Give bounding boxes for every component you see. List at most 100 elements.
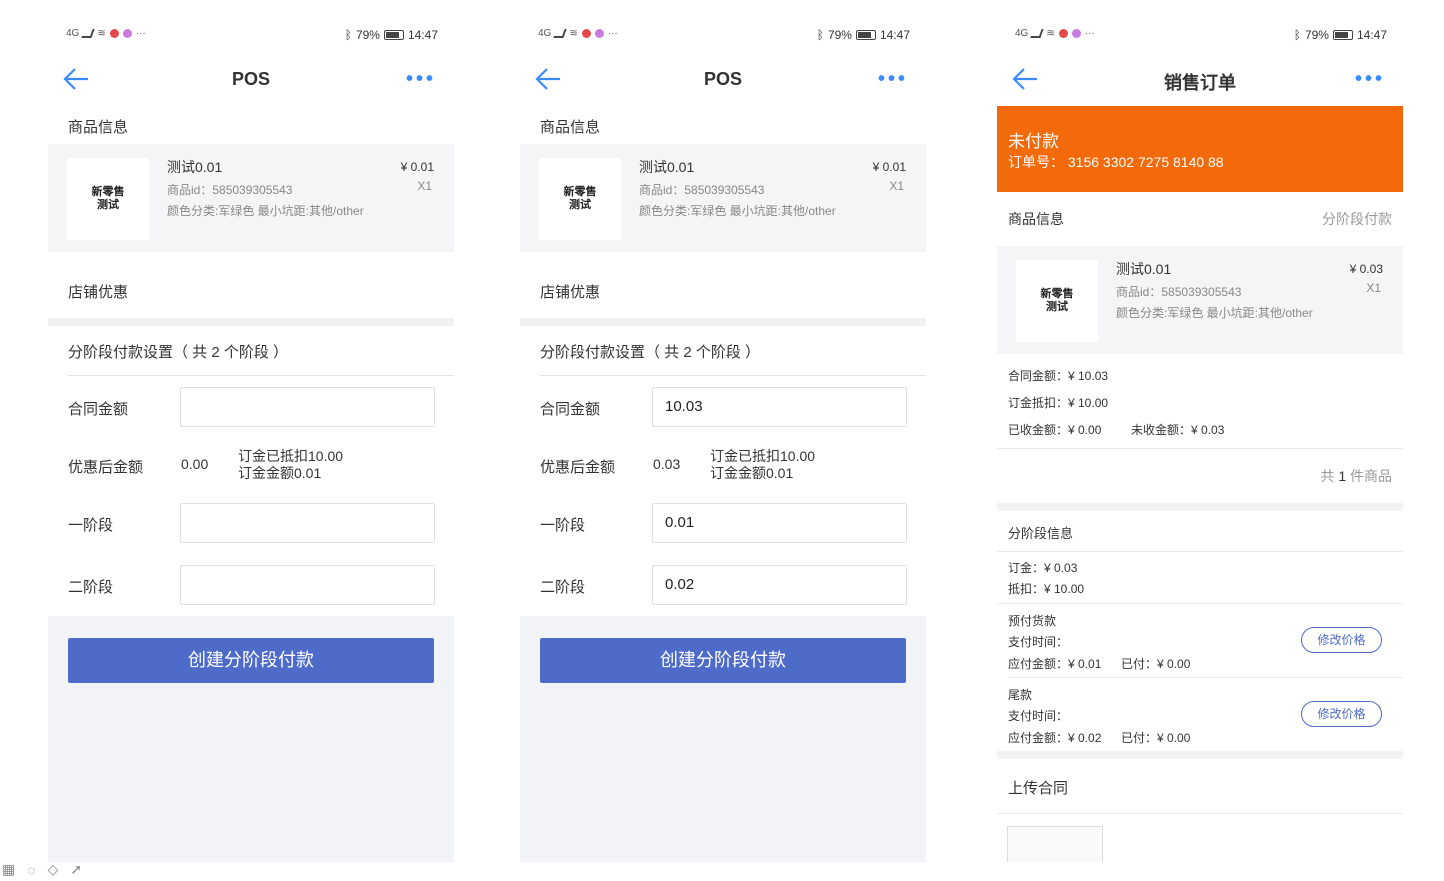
app-notification-icon	[594, 29, 604, 38]
button-area: 创建分阶段付款	[520, 616, 926, 862]
divider	[540, 375, 926, 376]
bluetooth-icon: ᛒ	[816, 28, 824, 42]
contract-amount-label: 合同金额	[540, 401, 601, 418]
thumb-text: 测试	[569, 199, 591, 211]
signal-icon	[1030, 29, 1044, 38]
sales-order-screen: 4G ≋ ··· ᛒ 79% 14:47 销售订单 ••• 未付款 订单号： 3156 …	[997, 0, 1403, 862]
stage2-input[interactable]: 0.02	[652, 565, 907, 605]
clock: 14:47	[1356, 28, 1387, 42]
stage1-label: 一阶段	[68, 517, 114, 534]
goods-total-count: 1	[1338, 468, 1347, 484]
stage-due: 应付金额：¥ 0.02	[1008, 731, 1102, 745]
battery-percent: 79%	[827, 28, 852, 42]
status-bar: 4G ≋ ··· ᛒ 79% 14:47	[997, 26, 1403, 46]
thumb-text: 新零售	[1040, 288, 1074, 300]
deposit-deducted-text: 订金已抵扣10.00	[238, 448, 344, 464]
battery-percent: 79%	[1304, 28, 1329, 42]
deposit-amount-text: 订金金额0.01	[710, 465, 794, 481]
stage1-input[interactable]: 0.01	[652, 503, 907, 543]
create-stage-payment-button[interactable]: 创建分阶段付款	[68, 638, 434, 683]
network-label: 4G	[538, 28, 552, 39]
goods-name: 测试0.01	[167, 159, 223, 175]
goods-id: 商品id：585039305543	[167, 183, 293, 197]
battery-icon	[383, 30, 404, 40]
lasso-icon[interactable]: ◌	[27, 862, 35, 878]
divider	[68, 375, 454, 376]
stage-settings-title: 分阶段付款设置（ 共 2 个阶段 ）	[540, 344, 761, 361]
button-area: 创建分阶段付款	[48, 616, 454, 862]
goods-card: 新零售 测试 测试0.01 商品id：585039305543 颜色分类:军绿色 …	[520, 144, 926, 252]
order-number: 订单号： 3156 3302 7275 8140 88	[1008, 154, 1224, 170]
nav-bar: POS •••	[520, 58, 926, 102]
goods-name: 测试0.01	[639, 159, 695, 175]
stage2-label: 二阶段	[540, 579, 586, 596]
divider	[997, 551, 1403, 552]
stage-pay-time: 支付时间：	[1008, 635, 1069, 649]
cursor-icon[interactable]: ➚	[70, 861, 82, 878]
goods-attributes: 颜色分类:军绿色 最小坑距:其他/other	[639, 204, 836, 218]
battery-icon	[1332, 30, 1353, 40]
divider	[997, 813, 1403, 814]
stage1-label: 一阶段	[540, 517, 586, 534]
pos-screen-filled: 4G ≋ ··· ᛒ 79% 14:47 POS ••• 商品信息 新零售 测试 测试0.…	[520, 0, 926, 862]
battery-icon	[855, 30, 876, 40]
more-notifications-icon: ···	[135, 28, 146, 39]
app-notification-icon	[581, 29, 591, 38]
page-title: POS	[703, 69, 742, 89]
order-status: 未付款	[1008, 132, 1059, 151]
stage-name: 预付货款	[1008, 614, 1057, 628]
page-title: 销售订单	[1164, 73, 1236, 93]
goods-section-title: 商品信息	[540, 119, 601, 136]
goods-thumbnail: 新零售 测试	[67, 158, 149, 240]
app-notification-icon	[109, 29, 119, 38]
contract-amount-input[interactable]: 10.03	[652, 387, 907, 427]
stage2-input[interactable]	[180, 565, 435, 605]
nav-bar: 销售订单 •••	[997, 58, 1403, 102]
create-stage-payment-button[interactable]: 创建分阶段付款	[540, 638, 906, 683]
nav-bar: POS •••	[48, 58, 454, 102]
divider	[997, 448, 1403, 449]
contract-amount: 合同金额：¥ 10.03	[1008, 369, 1109, 383]
stage1-input[interactable]	[180, 503, 435, 543]
deposit-deducted-text: 订金已抵扣10.00	[710, 448, 816, 464]
divider	[997, 603, 1403, 604]
network-label: 4G	[1015, 28, 1029, 39]
shop-discount[interactable]: 店铺优惠	[540, 281, 600, 302]
shop-discount[interactable]: 店铺优惠	[68, 281, 128, 302]
more-icon[interactable]: •••	[1355, 68, 1385, 91]
payment-type: 分阶段付款	[1322, 211, 1392, 227]
signal-icon	[81, 29, 95, 38]
goods-attributes: 颜色分类:军绿色 最小坑距:其他/other	[1116, 306, 1313, 320]
contract-amount-input[interactable]	[180, 387, 435, 427]
more-icon[interactable]: •••	[406, 68, 436, 91]
more-icon[interactable]: •••	[878, 68, 908, 91]
status-bar: 4G ≋ ··· ᛒ 79% 14:47	[48, 26, 454, 46]
more-notifications-icon: ···	[1084, 28, 1095, 39]
order-status-banner: 未付款 订单号： 3156 3302 7275 8140 88	[997, 106, 1403, 192]
thumb-text: 测试	[1046, 301, 1068, 313]
goods-quantity: X1	[889, 179, 904, 193]
app-notification-icon	[122, 29, 132, 38]
goods-card: 新零售 测试 测试0.01 商品id：585039305543 颜色分类:军绿色 …	[997, 246, 1403, 354]
contract-amount-label: 合同金额	[68, 401, 129, 418]
edit-price-button[interactable]: 修改价格	[1301, 701, 1382, 727]
stage-settings-title: 分阶段付款设置（ 共 2 个阶段 ）	[68, 344, 289, 361]
stage-paid: 已付：¥ 0.00	[1121, 731, 1191, 745]
after-discount-value: 0.00	[181, 456, 209, 472]
stage-due: 应付金额：¥ 0.01	[1008, 657, 1102, 671]
deposit-amount-text: 订金金额0.01	[238, 465, 322, 481]
app-notification-icon	[1071, 29, 1081, 38]
stage-name: 尾款	[1008, 688, 1033, 702]
upload-contract-box[interactable]	[1007, 826, 1103, 862]
edit-price-button[interactable]: 修改价格	[1301, 627, 1382, 653]
wifi-icon: ≋	[97, 28, 106, 39]
app-notification-icon	[1058, 29, 1068, 38]
grid-icon[interactable]: ▦	[2, 861, 15, 878]
goods-price: ¥ 0.03	[1349, 262, 1383, 276]
stage-pay-time: 支付时间：	[1008, 709, 1069, 723]
divider	[997, 751, 1403, 759]
eraser-icon[interactable]: ◇	[48, 861, 59, 878]
divider	[1008, 677, 1403, 678]
divider	[48, 318, 454, 326]
wifi-icon: ≋	[569, 28, 578, 39]
